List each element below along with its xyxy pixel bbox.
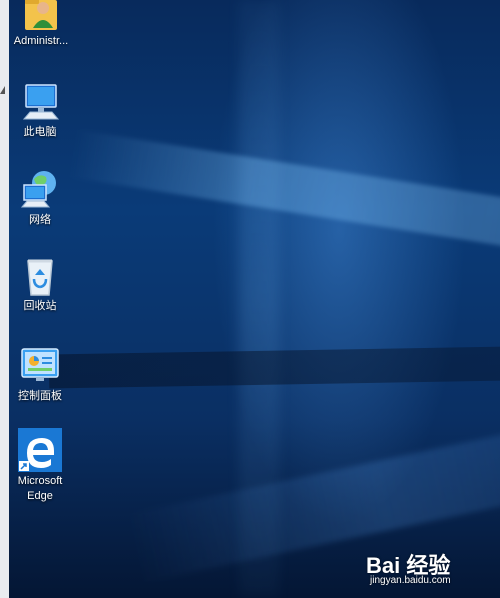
desktop-icon-recycle-bin[interactable]: 回收站 [5, 253, 75, 314]
control-panel-icon [21, 348, 59, 381]
icon-label: 回收站 [23, 300, 57, 312]
icon-label: 此电脑 [23, 126, 57, 138]
desktop-icon-control-panel[interactable]: 控制面板 [5, 343, 75, 404]
desktop-icon-this-pc[interactable]: 此电脑 [5, 79, 75, 140]
icon-label: 网络 [29, 214, 51, 226]
baidu-jingyan-watermark: Bai 经验 jingyan.baidu.com [366, 548, 486, 590]
network-icon [20, 171, 56, 208]
icon-label: Microsoft Edge [17, 475, 63, 502]
wallpaper-dark-band [48, 345, 500, 389]
icon-label: 控制面板 [18, 390, 62, 402]
desktop-icon-administrator[interactable]: Administr... [6, 0, 76, 49]
recycle-bin-icon [27, 259, 53, 296]
edge-icon [18, 428, 62, 472]
desktop-icon-network[interactable]: 网络 [5, 167, 75, 228]
desktop-icon-microsoft-edge[interactable]: Microsoft Edge [5, 428, 75, 504]
wallpaper-light-column [239, 0, 279, 598]
watermark-url: jingyan.baidu.com [370, 575, 451, 586]
wallpaper-light-beam [68, 129, 500, 259]
desktop-background [9, 0, 500, 598]
icon-label: Administr... [13, 35, 69, 47]
this-pc-icon [22, 84, 60, 120]
user-folder-icon [25, 0, 57, 30]
